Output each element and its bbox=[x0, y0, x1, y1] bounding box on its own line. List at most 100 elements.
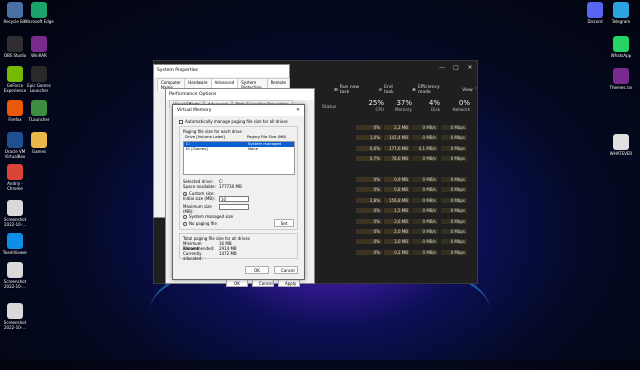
maximum-size-input[interactable] bbox=[219, 204, 249, 210]
table-cell-cpu: 2,8% bbox=[356, 197, 382, 203]
no-paging-radio[interactable] bbox=[183, 221, 187, 226]
dialog-titlebar: Virtual Memory ✕ bbox=[173, 105, 304, 116]
desktop-icon-label: TLauncher bbox=[28, 117, 50, 122]
table-cell-cpu: 0% bbox=[356, 125, 382, 130]
chrome-icon bbox=[7, 164, 23, 180]
table-cell-net: 0 Mbps bbox=[441, 228, 467, 234]
table-cell-mem: 1,5 MB bbox=[384, 208, 410, 214]
table-cell-disk: 0 MB/s bbox=[412, 218, 438, 224]
maximize-icon[interactable]: □ bbox=[449, 61, 463, 75]
auto-manage-checkbox[interactable] bbox=[179, 120, 183, 124]
table-cell-net: 0 Mbps bbox=[441, 197, 467, 203]
desktop-icon[interactable]: WHATEVER bbox=[606, 134, 636, 156]
desktop-icon[interactable]: WinRAR bbox=[24, 36, 54, 58]
table-cell-mem: 0,2 MB bbox=[384, 249, 410, 255]
window-title: Performance Options bbox=[166, 89, 314, 100]
minimize-icon[interactable]: — bbox=[435, 61, 449, 75]
drive-list[interactable]: C: System managed D: [Games] None bbox=[183, 141, 295, 175]
desktop-icon-label: WhatsApp bbox=[610, 53, 632, 58]
desktop-icon-label: Screenshot 2022-10-... bbox=[3, 279, 27, 289]
desktop-icon[interactable]: Themes.rar bbox=[606, 68, 636, 90]
file-icon bbox=[7, 200, 23, 216]
desktop-icon[interactable]: Games bbox=[24, 132, 54, 154]
desktop-icon-label: Themes.rar bbox=[609, 85, 633, 90]
file-icon bbox=[7, 262, 23, 278]
close-icon[interactable]: ✕ bbox=[292, 105, 304, 116]
table-cell-mem: 156,8 MB bbox=[384, 197, 410, 203]
table-cell-mem: 142,4 MB bbox=[384, 135, 410, 141]
winrar-icon bbox=[613, 68, 629, 84]
desktop-icon[interactable]: Screenshot 2022-10-... bbox=[0, 200, 30, 227]
no-paging-radio-row[interactable]: No paging file bbox=[183, 221, 217, 226]
memory-column-header[interactable]: 37% Memory bbox=[390, 99, 412, 112]
desktop-icon[interactable]: TLauncher bbox=[24, 100, 54, 122]
leaf-icon: ❀ bbox=[412, 87, 416, 93]
status-column-header[interactable]: Status bbox=[322, 105, 336, 110]
network-column-header[interactable]: 0% Network bbox=[446, 99, 470, 112]
desktop-icon-label: Microsoft Edge bbox=[24, 19, 54, 24]
table-cell-disk: 0,1 MB/s bbox=[412, 145, 438, 151]
disk-column-header[interactable]: 4% Disk bbox=[418, 99, 440, 112]
desktop-icon[interactable]: Andriy - Chrome bbox=[0, 164, 30, 191]
table-cell-mem: 78,6 MB bbox=[384, 156, 410, 162]
table-cell-disk: 0 MB/s bbox=[412, 197, 438, 203]
discord-icon bbox=[587, 2, 603, 18]
table-cell-mem: 0,8 MB bbox=[384, 187, 410, 193]
file-icon bbox=[7, 303, 23, 319]
teamviewer-icon bbox=[7, 233, 23, 249]
desktop-icon-label: TeamViewer bbox=[2, 250, 28, 255]
table-cell-mem: 2,0 MB bbox=[384, 228, 410, 234]
view-button[interactable]: View ˅ bbox=[462, 85, 477, 95]
auto-manage-checkbox-row[interactable]: Automatically manage paging file size fo… bbox=[179, 119, 298, 124]
drive-row-d[interactable]: D: [Games] None bbox=[184, 146, 294, 152]
table-cell-disk: 0 MB/s bbox=[412, 239, 438, 245]
geforce-icon bbox=[7, 66, 23, 82]
custom-size-radio[interactable] bbox=[183, 192, 187, 196]
run-task-icon: ⊞ bbox=[334, 87, 338, 93]
desktop-icon[interactable]: TeamViewer bbox=[0, 233, 30, 255]
folder-icon bbox=[31, 132, 47, 148]
table-cell-cpu: 0% bbox=[356, 249, 382, 255]
cancel-button[interactable]: Cancel bbox=[252, 279, 274, 287]
recycle-bin-icon bbox=[7, 2, 23, 18]
whatsapp-icon bbox=[613, 36, 629, 52]
table-cell-cpu: 0% bbox=[356, 218, 382, 224]
epic-icon bbox=[31, 66, 47, 82]
desktop-icon[interactable]: Screenshot 2022-10-... bbox=[0, 303, 30, 330]
desktop-icon-label: Telegram bbox=[611, 19, 631, 24]
desktop-icon[interactable]: WhatsApp bbox=[606, 36, 636, 58]
efficiency-mode-button[interactable]: ❀ Efficiency mode bbox=[412, 85, 453, 95]
close-icon[interactable]: ✕ bbox=[463, 61, 477, 75]
maximum-size-row: Maximum size (MB): bbox=[183, 204, 294, 214]
table-cell-net: 0 Mbps bbox=[441, 208, 467, 214]
desktop-icon-label: Screenshot 2022-10-... bbox=[3, 217, 27, 227]
cancel-button[interactable]: Cancel bbox=[274, 266, 298, 274]
table-cell-cpu: 1,0% bbox=[356, 135, 382, 141]
ok-button[interactable]: OK bbox=[245, 266, 269, 274]
currently-allocated-row: Currently allocated: 1472 MB bbox=[183, 251, 237, 261]
table-cell-net: 0 Mbps bbox=[441, 145, 467, 151]
desktop-icon[interactable]: Microsoft Edge bbox=[24, 2, 54, 24]
virtual-memory-dialog[interactable]: Virtual Memory ✕ Automatically manage pa… bbox=[172, 104, 305, 280]
desktop-icon[interactable]: Screenshot 2022-10-... bbox=[0, 262, 30, 289]
window-title: Virtual Memory bbox=[177, 108, 212, 113]
table-cell-mem: 177,6 MB bbox=[384, 145, 410, 151]
set-button[interactable]: Set bbox=[274, 219, 294, 227]
obs-icon bbox=[7, 36, 23, 52]
desktop-icon[interactable]: Telegram bbox=[606, 2, 636, 24]
table-cell-disk: 0 MB/s bbox=[412, 156, 438, 162]
initial-size-input[interactable]: 10 bbox=[219, 196, 249, 202]
desktop-icon-label: WHATEVER bbox=[609, 151, 633, 156]
apply-button[interactable]: Apply bbox=[278, 279, 300, 287]
run-new-task-button[interactable]: ⊞ Run new task bbox=[334, 85, 369, 95]
no-paging-row: No paging file Set bbox=[183, 219, 294, 227]
system-managed-radio[interactable] bbox=[183, 215, 187, 219]
ok-button[interactable]: OK bbox=[226, 279, 248, 287]
end-task-button[interactable]: ⊘ End task bbox=[378, 85, 403, 95]
desktop-icon[interactable]: Epic Games Launcher bbox=[24, 66, 54, 93]
table-cell-net: 0 Mbps bbox=[441, 156, 467, 162]
dialog-buttons: OK Cancel bbox=[245, 266, 298, 274]
space-available-row: Space available: 177730 MB bbox=[183, 184, 242, 189]
table-cell-disk: 0 MB/s bbox=[412, 228, 438, 234]
cpu-column-header[interactable]: 25% CPU bbox=[362, 99, 384, 112]
